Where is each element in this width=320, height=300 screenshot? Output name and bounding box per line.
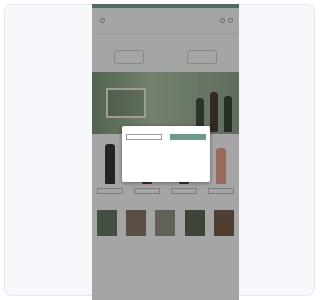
decline-button[interactable] (126, 134, 162, 140)
cookie-consent-dialog (122, 126, 210, 182)
accept-button[interactable] (170, 134, 206, 140)
dialog-buttons (126, 134, 206, 140)
website-screenshot (92, 4, 239, 300)
